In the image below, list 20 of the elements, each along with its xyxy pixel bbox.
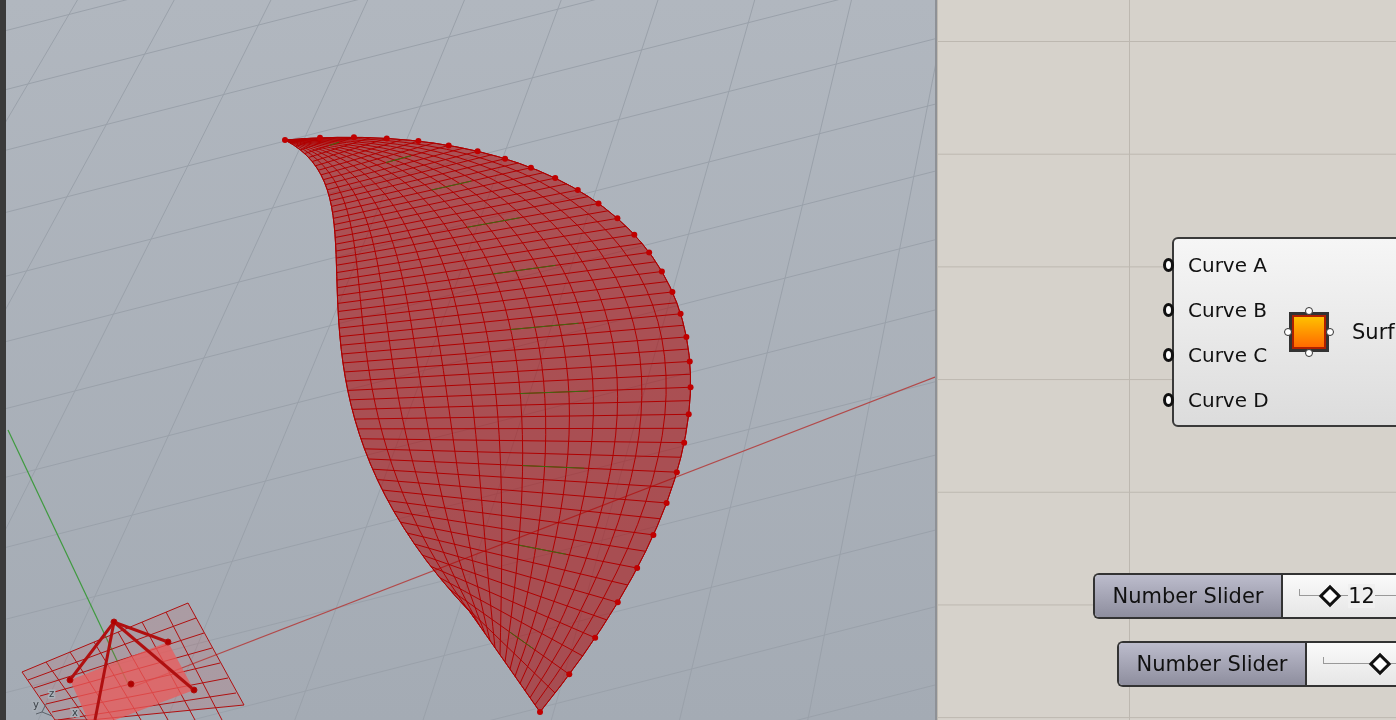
- axis-gizmo-icon: [35, 703, 53, 717]
- square-with-handles-icon: [1284, 307, 1334, 357]
- input-grip[interactable]: [1163, 392, 1174, 407]
- input-label: Curve A: [1188, 252, 1268, 277]
- number-slider[interactable]: Number Slider: [1117, 641, 1396, 687]
- input-label: Curve C: [1188, 342, 1268, 367]
- input-grip[interactable]: [1163, 347, 1174, 362]
- axis-label: y: [33, 699, 39, 710]
- number-slider[interactable]: Number Slider 12: [1093, 573, 1396, 619]
- input-label: Curve B: [1188, 297, 1268, 322]
- slider-track[interactable]: 12: [1283, 575, 1396, 617]
- slider-label: Number Slider: [1095, 575, 1283, 617]
- input-label: Curve D: [1188, 387, 1269, 412]
- input-grip[interactable]: [1163, 257, 1174, 272]
- slider-label: Number Slider: [1119, 643, 1307, 685]
- input-grip[interactable]: [1163, 302, 1174, 317]
- axis-label: z: [49, 688, 55, 699]
- slider-value: 12: [1348, 584, 1375, 608]
- component-name: Surf: [1352, 320, 1395, 344]
- axis-label: x: [72, 707, 78, 718]
